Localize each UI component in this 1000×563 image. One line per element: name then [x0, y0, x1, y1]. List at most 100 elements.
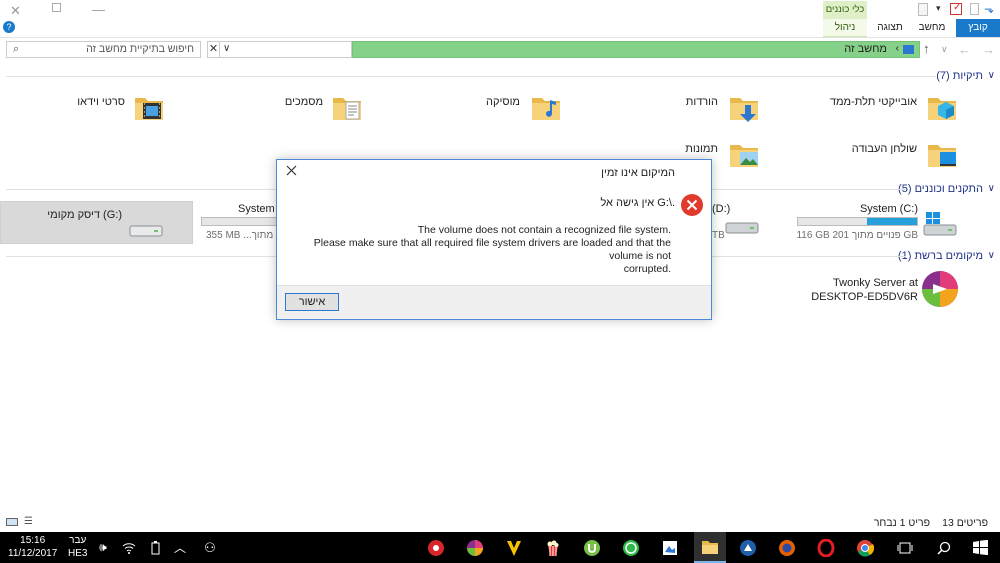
folder-label[interactable]: סרטי וידאו [77, 96, 125, 108]
breadcrumb-chevron-icon[interactable]: ‹ [896, 43, 899, 54]
tiles-view-icon[interactable] [6, 518, 18, 526]
network-header[interactable]: מיקומים ברשת (1) [898, 250, 983, 262]
error-icon [681, 194, 703, 216]
tab-manage[interactable]: ניהול [823, 19, 867, 37]
chevron-down-icon[interactable]: ∨ [988, 183, 995, 194]
search-input[interactable]: חיפוש בתיקיית מחשב זה ⌕ [6, 41, 201, 58]
help-icon[interactable]: ? [3, 21, 15, 33]
downloads-folder-icon[interactable] [728, 92, 760, 124]
utorrent-icon[interactable] [582, 532, 602, 563]
documents-folder-icon[interactable] [331, 92, 363, 124]
videos-folder-icon[interactable] [133, 92, 165, 124]
folder-label[interactable]: מסמכים [285, 96, 323, 108]
folder-app-icon: ⬎ [984, 2, 995, 16]
up-arrow-icon[interactable]: ↑ [923, 41, 930, 56]
address-path[interactable]: מחשב זה [844, 43, 887, 55]
search-icon[interactable] [934, 532, 954, 563]
folder-label[interactable]: שולחן העבודה [852, 143, 917, 155]
drive-tile-g-selected[interactable] [0, 201, 193, 244]
windows-start-icon[interactable] [970, 532, 990, 563]
forward-arrow-icon[interactable]: ← [958, 42, 971, 57]
search-icon[interactable]: ⌕ [13, 43, 19, 56]
drive-usage-bar [201, 217, 277, 226]
details-view-icon[interactable]: ☰ [24, 516, 33, 527]
folder-label[interactable]: מוסיקה [486, 96, 520, 108]
folder-label[interactable]: הורדות [686, 96, 718, 108]
chevron-down-icon[interactable]: ∨ [988, 250, 995, 261]
minimize-icon[interactable]: — [92, 2, 105, 17]
chevron-up-icon[interactable]: ︿ [171, 532, 189, 563]
section-divider [6, 76, 936, 77]
drive-label[interactable]: דיסק מקומי (G:) [47, 209, 122, 221]
close-icon[interactable] [286, 165, 297, 176]
app-icon[interactable] [660, 532, 680, 563]
battery-icon[interactable] [146, 532, 164, 563]
app-icon[interactable] [465, 532, 485, 563]
clear-address-button[interactable]: ✕ [207, 41, 220, 58]
network-item-line2: DESKTOP-ED5DV6R [811, 291, 918, 303]
popcorn-icon[interactable] [543, 532, 563, 563]
system-drive-icon[interactable] [922, 210, 958, 240]
whatsapp-icon[interactable] [621, 532, 641, 563]
maximize-icon[interactable] [52, 3, 61, 12]
opera-icon[interactable] [816, 532, 836, 563]
firefox-icon[interactable] [777, 532, 797, 563]
volume-icon[interactable]: 🕪 [94, 532, 112, 563]
network-item-line1: Twonky Server at [833, 277, 918, 289]
address-dropdown[interactable]: ∨ [219, 41, 352, 58]
file-explorer-icon[interactable] [694, 532, 726, 563]
folder-label[interactable]: תמונות [685, 143, 718, 155]
tab-view[interactable]: תצוגה [870, 19, 910, 37]
drive-icon[interactable] [128, 220, 164, 242]
recent-dropdown-icon[interactable]: ∨ [941, 44, 948, 55]
taskbar-clock[interactable]: 15:16 11/12/2017 [8, 534, 57, 560]
tab-computer[interactable]: מחשב [912, 19, 952, 37]
dialog-footer: אישור [277, 285, 711, 319]
folder-label[interactable]: אובייקטי תלת-ממד [830, 96, 917, 108]
dialog-heading: אין גישה אל G:\. [600, 197, 675, 209]
music-folder-icon[interactable] [530, 92, 562, 124]
drive-free-space: TB [712, 230, 725, 241]
dialog-message-line1: The volume does not contain a recognized… [417, 224, 671, 236]
close-icon[interactable]: ✕ [10, 3, 21, 19]
ok-button[interactable]: אישור [285, 293, 339, 311]
app-icon[interactable] [504, 532, 524, 563]
status-selected: פריט 1 נבחר [873, 517, 930, 529]
properties-icon[interactable] [918, 3, 928, 16]
app-icon[interactable] [426, 532, 446, 563]
back-arrow-icon[interactable]: → [982, 42, 995, 57]
tab-file[interactable]: קובץ [956, 19, 1000, 37]
pictures-folder-icon[interactable] [728, 139, 760, 171]
chevron-down-icon[interactable]: ∨ [988, 70, 995, 81]
3d-objects-folder-icon[interactable] [926, 92, 958, 124]
drive-free-space: 116 GB פנויים מתוך 201 GB [796, 230, 918, 241]
drive-label[interactable]: System (C:) [860, 203, 918, 215]
desktop-folder-icon[interactable] [926, 139, 958, 171]
chevron-down-icon[interactable]: ∨ [223, 43, 230, 54]
error-dialog: המיקום אינו זמין אין גישה אל G:\. The vo… [276, 159, 712, 320]
task-view-icon[interactable] [895, 532, 915, 563]
network-item-label[interactable]: Twonky Server at DESKTOP-ED5DV6R [811, 277, 918, 303]
folders-header[interactable]: תיקיות (7) [936, 70, 983, 82]
dialog-message: The volume does not contain a recognized… [281, 224, 671, 276]
qat-dropdown-icon[interactable]: ▾ [936, 3, 941, 14]
check-icon[interactable]: ✓ [950, 2, 962, 15]
drive-usage-bar [797, 217, 918, 226]
chrome-icon[interactable] [855, 532, 875, 563]
lang-line1: עבר [69, 535, 87, 546]
drives-header[interactable]: התקנים וכוננים (5) [898, 183, 983, 195]
language-indicator[interactable]: עבר HE3 [68, 534, 87, 560]
people-icon[interactable]: ⚇ [200, 532, 220, 563]
address-bar[interactable]: מחשב זה ‹ [352, 41, 920, 58]
dialog-message-line2: Please make sure that all required file … [313, 237, 671, 262]
taskbar: 15:16 11/12/2017 עבר HE3 🕪 ︿ ⚇ [0, 532, 1000, 563]
dialog-title: המיקום אינו זמין [601, 167, 675, 179]
app-icon[interactable] [738, 532, 758, 563]
page-icon [970, 3, 979, 15]
drive-label[interactable]: (D:) [712, 203, 730, 215]
drive-icon[interactable] [724, 214, 760, 240]
this-pc-icon [903, 45, 914, 54]
wifi-icon[interactable] [120, 532, 138, 563]
status-bar: ☰ 13 פריטים פריט 1 נבחר [0, 512, 1000, 532]
twonky-server-icon[interactable] [921, 270, 959, 308]
